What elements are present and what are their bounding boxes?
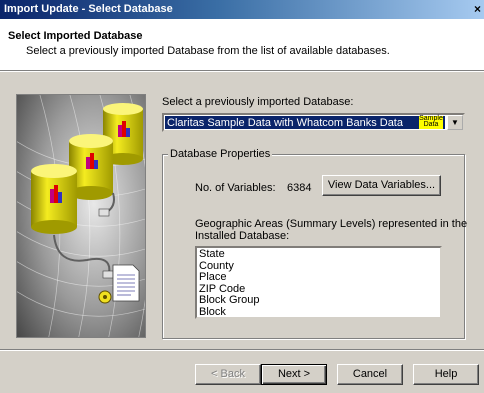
database-illustration [17,95,145,337]
cancel-button[interactable]: Cancel [337,364,403,385]
gear-icon [98,290,112,304]
database-select-label: Select a previously imported Database: [162,96,354,108]
footer-divider [0,349,484,351]
database-cylinder-icon [31,164,77,234]
next-button[interactable]: Next > [261,364,327,385]
list-item[interactable]: Block Group [199,294,440,307]
variables-label: No. of Variables: [195,182,276,194]
sample-data-badge: Sample Data [419,115,443,129]
header-divider [0,70,484,72]
geo-areas-label-line1: Geographic Areas (Summary Levels) repres… [195,218,468,230]
close-icon[interactable]: × [474,0,481,19]
geo-areas-label-line2: Installed Database: [195,230,290,242]
list-item[interactable]: Block [199,306,440,317]
list-item[interactable]: State [199,248,440,261]
window-title: Import Update - Select Database [4,3,173,15]
help-button[interactable]: Help [413,364,479,385]
list-item[interactable]: Place [199,271,440,284]
document-icon [112,264,140,302]
database-dropdown[interactable]: Claritas Sample Data with Whatcom Banks … [162,113,465,132]
title-bar[interactable]: Import Update - Select Database × [0,0,484,19]
selected-database: Claritas Sample Data with Whatcom Banks … [165,116,445,129]
wizard-illustration [16,94,146,338]
badge-line-2: Data [423,121,439,128]
page-title: Select Imported Database [8,30,143,42]
page-subtitle: Select a previously imported Database fr… [26,45,390,57]
back-button[interactable]: < Back [195,364,261,385]
variables-value: 6384 [287,182,312,194]
geo-areas-list[interactable]: State County Place ZIP Code Block Group … [195,246,442,319]
group-title: Database Properties [168,148,273,160]
list-item[interactable]: County [199,260,440,273]
import-update-dialog: Import Update - Select Database × Select… [0,0,484,393]
chevron-down-icon[interactable]: ▼ [447,115,463,130]
view-data-variables-button[interactable]: View Data Variables... [322,175,441,196]
wizard-header: Select Imported Database Select a previo… [0,19,484,70]
